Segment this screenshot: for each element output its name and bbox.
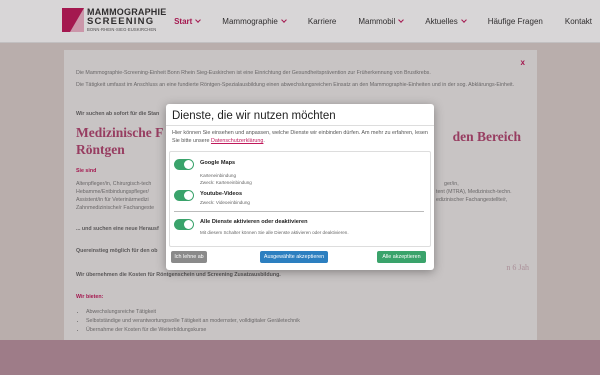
service-description: Karteneinbindung [200,173,237,178]
service-purpose: Zweck: Videoeinbindung [200,200,250,205]
divider [166,125,434,126]
service-purpose: Zweck: Karteneinbindung [200,180,252,185]
all-services-toggle[interactable] [174,219,194,230]
accept-all-button[interactable]: Alle akzeptieren [377,251,426,263]
services-list: Google Maps Karteneinbindung Zweck: Kart… [169,151,431,247]
consent-modal: Dienste, die wir nutzen möchten Hier kön… [166,104,434,270]
modal-title: Dienste, die wir nutzen möchten [172,110,336,122]
privacy-policy-link[interactable]: Datenschutzerklärung [211,138,263,144]
decline-button[interactable]: Ich lehne ab [171,251,207,263]
service-name: Google Maps [200,160,236,166]
all-toggle-description: Mit diesem Schalter können Sie alle Dien… [200,230,349,235]
accept-selected-button[interactable]: Ausgewählte akzeptieren [260,251,328,263]
all-toggle-name: Alle Dienste aktivieren oder deaktiviere… [200,219,308,225]
service-name: Youtube-Videos [200,191,243,197]
google-maps-toggle[interactable] [174,159,194,170]
modal-description: Hier können Sie einsehen und anpassen, w… [172,129,428,146]
modal-description-end: . [263,138,265,145]
youtube-toggle[interactable] [174,190,194,201]
divider [174,211,424,212]
